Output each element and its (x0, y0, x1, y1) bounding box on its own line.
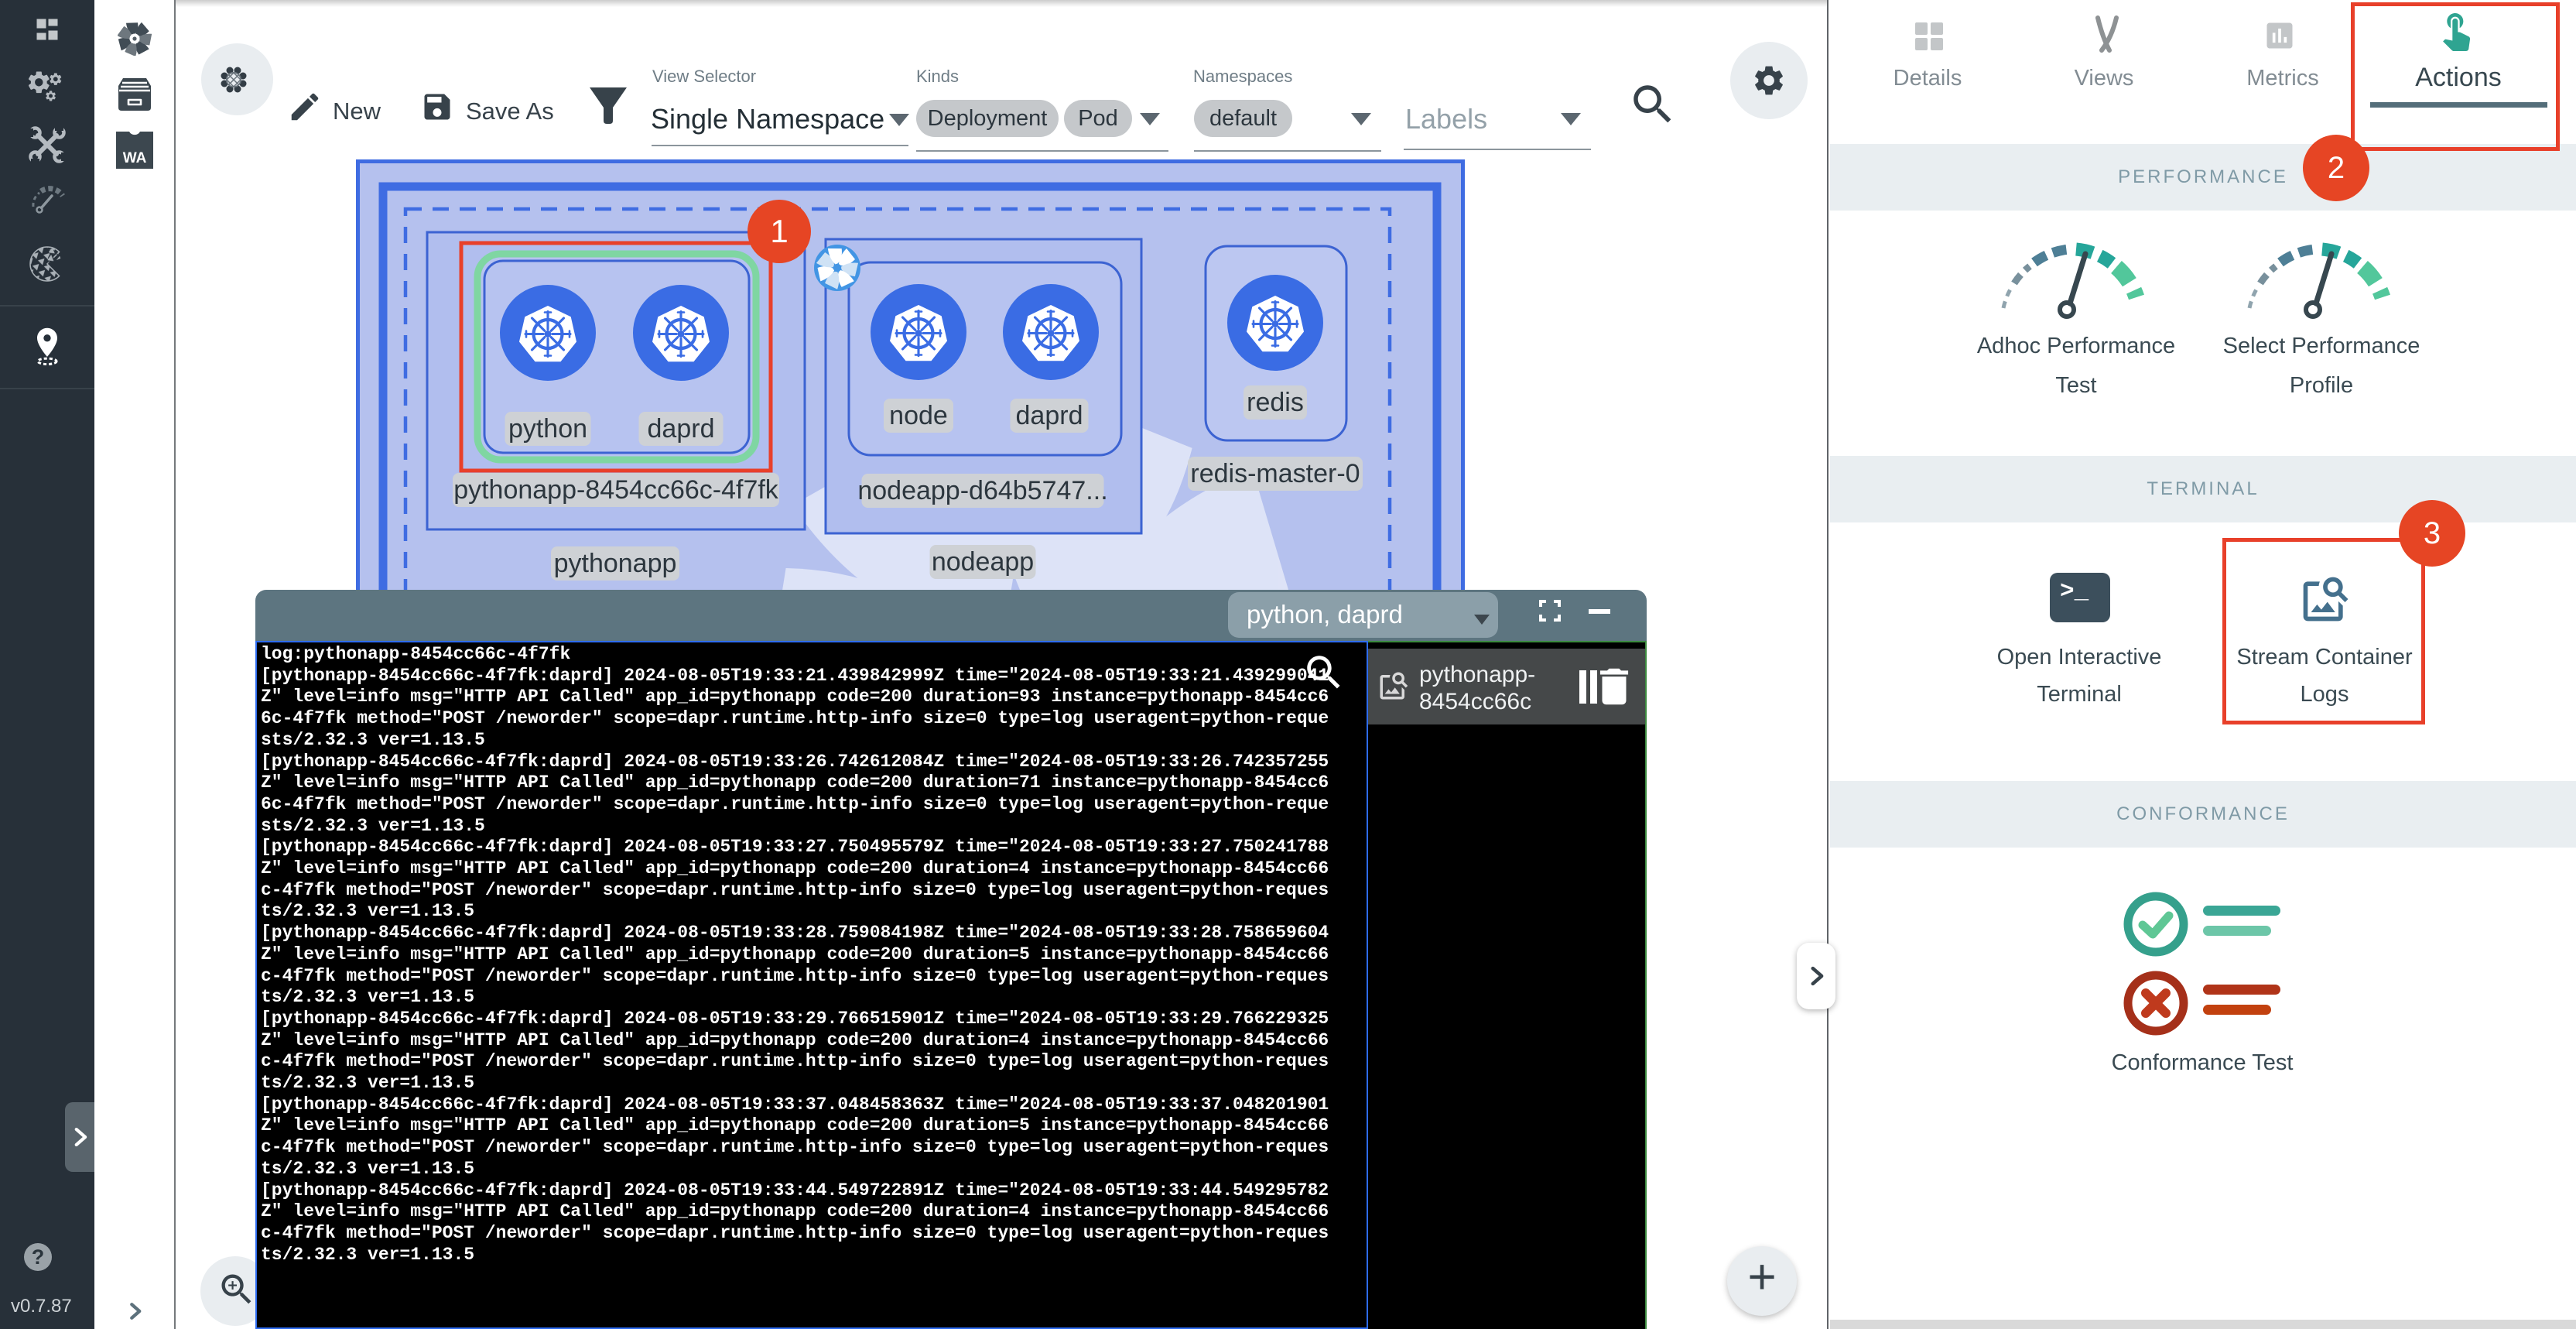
svg-text:nodeapp-d64b5747...: nodeapp-d64b5747... (857, 476, 1107, 505)
svg-text:redis-master-0: redis-master-0 (1190, 459, 1360, 488)
svg-text:redis: redis (1247, 388, 1304, 417)
svg-text:daprd: daprd (648, 414, 715, 444)
svg-text:pythonapp-8454cc66c-4f7fk: pythonapp-8454cc66c-4f7fk (453, 475, 779, 505)
svg-text:pythonapp: pythonapp (554, 549, 677, 578)
svg-text:nodeapp: nodeapp (932, 547, 1034, 577)
svg-text:daprd: daprd (1016, 401, 1083, 430)
svg-text:1: 1 (770, 213, 788, 249)
svg-text:WA: WA (122, 150, 146, 166)
svg-text:python: python (508, 414, 587, 444)
svg-text:node: node (889, 401, 948, 430)
